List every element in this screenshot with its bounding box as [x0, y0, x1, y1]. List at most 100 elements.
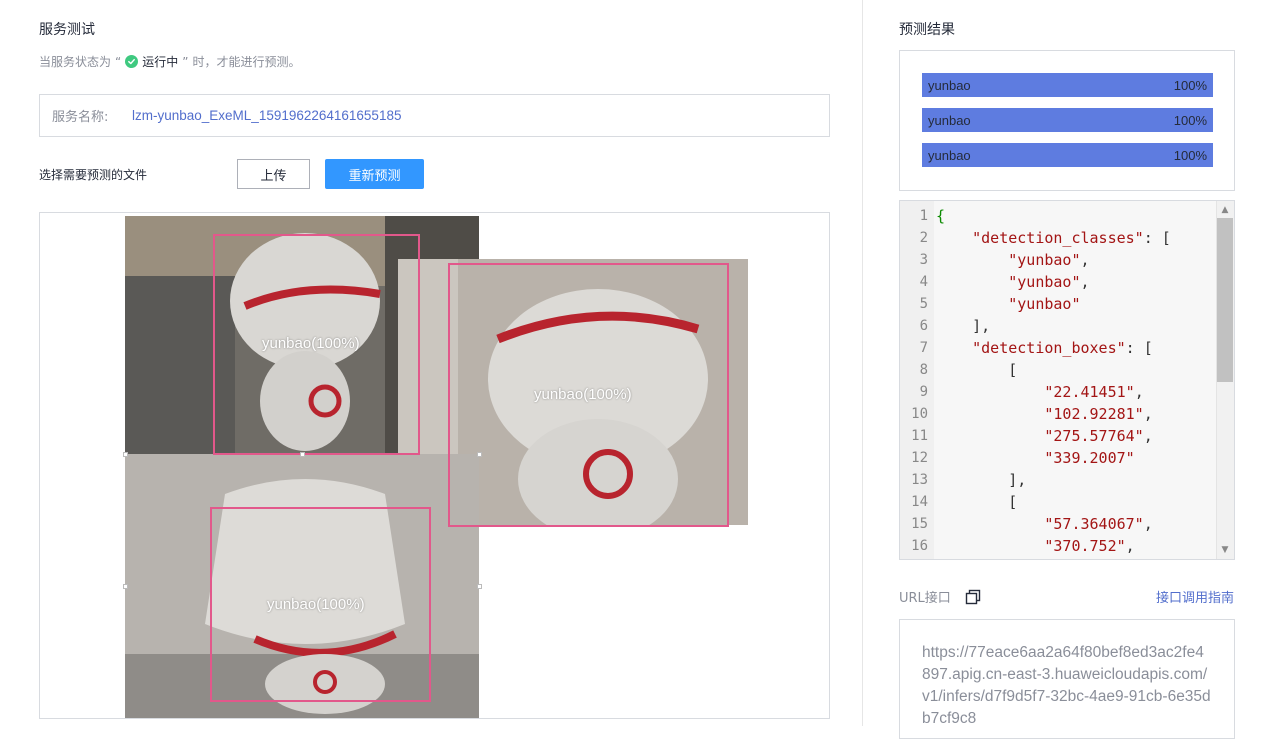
resize-handle[interactable] [477, 584, 482, 589]
status-quote-open: “ [115, 54, 122, 69]
service-name-box: 服务名称: lzm-yunbao_ExeML_15919622641616551… [39, 94, 830, 137]
code-token: "detection_classes" [972, 229, 1144, 247]
code-token: "22.41451" [1044, 383, 1135, 401]
code-text: "detection_classes": [ [928, 227, 1171, 249]
prediction-result-panel: 预测结果 yunbao 100% yunbao 100% yunbao 100%… [863, 0, 1266, 739]
choose-file-label: 选择需要预测的文件 [39, 168, 148, 182]
code-token: ], [1008, 471, 1027, 489]
resize-handle[interactable] [123, 584, 128, 589]
json-code-viewer[interactable]: 1{2 "detection_classes": [3 "yunbao", 4 "… [899, 200, 1235, 560]
code-line: 1{ [900, 205, 1216, 227]
resize-handle[interactable] [477, 452, 482, 457]
code-token: "yunbao" [1008, 295, 1081, 313]
url-section-label: URL接口 [899, 587, 981, 606]
code-text: "yunbao", [928, 271, 1090, 293]
status-hint-suffix: 时，才能进行预测。 [192, 55, 301, 69]
line-number: 1 [919, 208, 928, 224]
service-test-panel: 服务测试 当服务状态为 “ 运行中 ” 时，才能进行预测。 服务名称: lzm-… [0, 0, 862, 726]
code-token: : [ [1143, 229, 1171, 247]
resize-handle[interactable] [300, 452, 305, 457]
code-text: "yunbao", [928, 249, 1090, 271]
scroll-down-icon[interactable]: ▼ [1220, 545, 1230, 555]
code-text: { [928, 205, 945, 227]
code-token: , [1143, 515, 1153, 533]
code-token: "102.92281" [1044, 405, 1144, 423]
detection-label-2: yunbao(100%) [534, 386, 632, 403]
code-text: "370.752", [928, 535, 1134, 557]
code-text: "275.57764", [928, 425, 1152, 447]
upload-button[interactable]: 上传 [237, 159, 310, 189]
code-token: { [936, 207, 946, 225]
code-line: 3 "yunbao", [900, 249, 1216, 271]
section-title: 服务测试 [39, 22, 95, 38]
scroll-up-icon[interactable]: ▲ [1220, 205, 1230, 215]
result-score: 100% [1173, 112, 1207, 128]
code-token: [ [1008, 361, 1018, 379]
code-scrollbar[interactable]: ▲ ▼ [1216, 201, 1234, 559]
code-line: 10 "102.92281", [900, 403, 1216, 425]
resize-handle[interactable] [123, 452, 128, 457]
code-token: , [1134, 383, 1144, 401]
result-score: 100% [1173, 147, 1207, 163]
line-number: 4 [919, 274, 928, 290]
copy-icon[interactable] [965, 589, 981, 605]
result-label: yunbao [928, 147, 971, 163]
result-label: yunbao [928, 77, 971, 93]
code-line: 2 "detection_classes": [ [900, 227, 1216, 249]
line-number: 11 [911, 428, 928, 444]
line-number: 8 [919, 362, 928, 378]
code-line: 8 [ [900, 359, 1216, 381]
code-text: "102.92281", [928, 403, 1152, 425]
line-number: 9 [919, 384, 928, 400]
line-number: 15 [911, 516, 928, 532]
line-number: 13 [911, 472, 928, 488]
result-title: 预测结果 [899, 22, 955, 38]
line-number: 10 [911, 406, 928, 422]
code-text: "57.364067", [928, 513, 1153, 535]
api-guide-link[interactable]: 接口调用指南 [1156, 587, 1234, 606]
code-line: 15 "57.364067", [900, 513, 1216, 535]
code-token: "339.2007" [1044, 449, 1135, 467]
repredict-button[interactable]: 重新预测 [325, 159, 424, 189]
service-name-value: lzm-yunbao_ExeML_1591962264161655185 [132, 108, 402, 123]
line-number: 3 [919, 252, 928, 268]
line-number: 7 [919, 340, 928, 356]
result-score: 100% [1173, 77, 1207, 93]
code-token: , [1080, 251, 1090, 269]
code-token: "yunbao" [1008, 251, 1081, 269]
status-quote-close: ” [182, 54, 189, 69]
code-token: "57.364067" [1044, 515, 1144, 533]
code-text: "yunbao" [928, 293, 1081, 315]
code-line: 4 "yunbao", [900, 271, 1216, 293]
code-line: 14 [ [900, 491, 1216, 513]
result-label: yunbao [928, 112, 971, 128]
code-line: 16 "370.752", [900, 535, 1216, 557]
code-text: ], [928, 469, 1026, 491]
code-line: 9 "22.41451", [900, 381, 1216, 403]
code-text: "339.2007" [928, 447, 1135, 469]
code-text: "22.41451", [928, 381, 1144, 403]
check-circle-icon [125, 55, 139, 68]
code-token: , [1080, 273, 1090, 291]
status-running: 运行中 [142, 55, 179, 69]
line-number: 14 [911, 494, 928, 510]
url-value-box[interactable]: https://77eace6aa2a64f80bef8ed3ac2fe4897… [899, 619, 1235, 739]
code-line: 11 "275.57764", [900, 425, 1216, 447]
code-line: 5 "yunbao" [900, 293, 1216, 315]
code-token: ], [972, 317, 991, 335]
scroll-thumb[interactable] [1217, 218, 1233, 382]
service-name-label: 服务名称: [52, 110, 109, 125]
status-hint-prefix: 当服务状态为 [39, 55, 112, 69]
